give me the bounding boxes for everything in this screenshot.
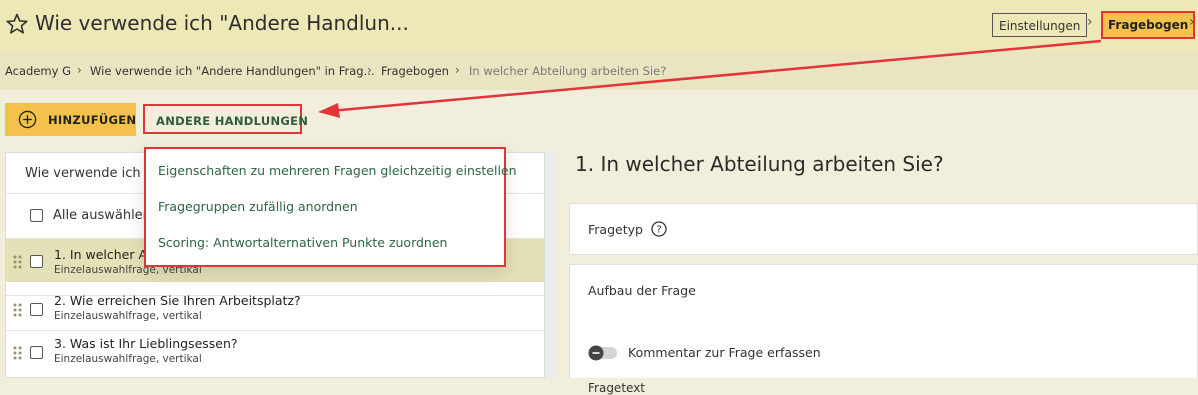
question-row-2[interactable]: 2. Wie erreichen Sie Ihren Arbeitsplatz?… — [6, 287, 544, 330]
question-structure-card: Aufbau der Frage Kommentar zur Frage erf… — [569, 264, 1198, 395]
breadcrumb-item-academy[interactable]: Academy G — [5, 64, 71, 78]
other-actions-label: ANDERE HANDLUNGEN — [156, 114, 309, 128]
structure-label: Aufbau der Frage — [588, 283, 696, 298]
plus-circle-icon — [18, 110, 37, 129]
question-checkbox[interactable] — [30, 303, 43, 316]
star-icon[interactable] — [5, 12, 29, 36]
select-all-label: Alle auswählen — [53, 208, 151, 223]
question-title: 3. Was ist Ihr Lieblingsessen? — [54, 336, 238, 351]
add-button[interactable]: HINZUFÜGEN — [5, 103, 136, 136]
menu-item-scoring[interactable]: Scoring: Antwortalternativen Punkte zuor… — [158, 235, 447, 250]
question-type: Einzelauswahlfrage, vertikal — [54, 310, 202, 322]
survey-title: Wie verwende ich "A — [25, 166, 160, 181]
page-title: Wie verwende ich "Andere Handlun... — [35, 11, 409, 35]
question-type-label: Fragetyp — [588, 222, 643, 237]
question-title: 1. In welcher A — [54, 247, 148, 262]
list-scrollbar[interactable] — [545, 152, 555, 378]
chevron-right-icon: › — [1189, 14, 1195, 30]
menu-item-bulk-properties[interactable]: Eigenschaften zu mehreren Fragen gleichz… — [158, 163, 517, 178]
question-row-3[interactable]: 3. Was ist Ihr Lieblingsessen? Einzelaus… — [6, 331, 544, 374]
select-all-checkbox[interactable] — [30, 209, 43, 222]
question-text-label: Fragetext — [588, 381, 645, 395]
question-title: 2. Wie erreichen Sie Ihren Arbeitsplatz? — [54, 293, 301, 308]
breadcrumb: Academy G › Wie verwende ich "Andere Han… — [0, 52, 1198, 90]
add-button-label: HINZUFÜGEN — [48, 113, 137, 127]
menu-item-randomize-groups[interactable]: Fragegruppen zufällig anordnen — [158, 199, 358, 214]
drag-handle-icon[interactable] — [13, 346, 23, 360]
question-type: Einzelauswahlfrage, vertikal — [54, 353, 202, 365]
breadcrumb-separator-icon: › — [77, 63, 82, 77]
question-heading: 1. In welcher Abteilung arbeiten Sie? — [575, 152, 944, 176]
breadcrumb-separator-icon: › — [455, 63, 460, 77]
comment-toggle-label: Kommentar zur Frage erfassen — [628, 345, 821, 360]
other-actions-button[interactable]: ANDERE HANDLUNGEN — [143, 104, 308, 134]
svg-text:?: ? — [656, 225, 661, 236]
drag-handle-icon[interactable] — [13, 303, 23, 317]
breadcrumb-separator-icon: › — [367, 63, 372, 77]
breadcrumb-item-survey[interactable]: Wie verwende ich "Andere Handlungen" in … — [90, 64, 375, 78]
help-icon[interactable]: ? — [651, 221, 667, 237]
comment-toggle[interactable] — [588, 345, 618, 361]
app-header: Wie verwende ich "Andere Handlun... Eins… — [0, 0, 1198, 52]
drag-handle-icon[interactable] — [13, 255, 23, 269]
question-type-card[interactable]: Fragetyp ? — [569, 203, 1198, 255]
chevron-right-icon: › — [1087, 14, 1093, 30]
other-actions-menu: Eigenschaften zu mehreren Fragen gleichz… — [144, 147, 517, 267]
question-checkbox[interactable] — [30, 346, 43, 359]
questionnaire-button[interactable]: Fragebogen — [1101, 11, 1196, 39]
question-checkbox[interactable] — [30, 255, 43, 268]
settings-button[interactable]: Einstellungen — [992, 13, 1088, 37]
breadcrumb-item-questionnaire[interactable]: Fragebogen — [381, 64, 449, 78]
breadcrumb-item-current: In welcher Abteilung arbeiten Sie? — [469, 64, 667, 78]
